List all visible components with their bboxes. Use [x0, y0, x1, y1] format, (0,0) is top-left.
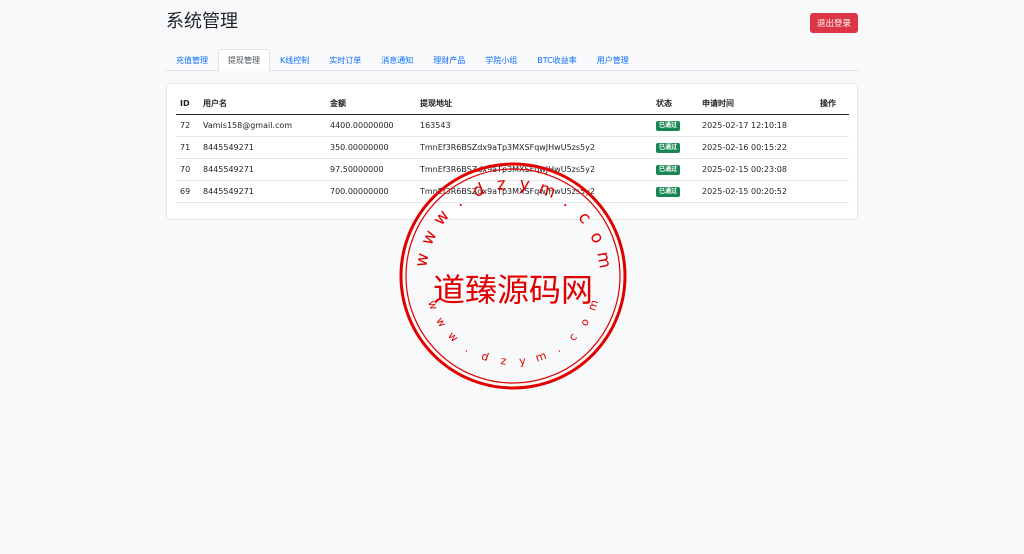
- cell-id: 69: [176, 180, 199, 203]
- cell-username: Vamis158@gmail.com: [199, 114, 326, 137]
- cell-status: 已通过: [652, 114, 698, 137]
- tab-orders[interactable]: 实时订单: [319, 49, 371, 70]
- watermark-ring-letter: w: [425, 299, 440, 312]
- tab-kline[interactable]: K线控制: [270, 49, 319, 70]
- cell-status: 已通过: [652, 180, 698, 203]
- cell-amount: 350.00000000: [326, 136, 416, 159]
- watermark-ring-letter: w: [417, 227, 441, 248]
- page-title: 系统管理: [166, 11, 238, 32]
- cell-username: 8445549271: [199, 136, 326, 159]
- table-header-row: ID 用户名 金额 提现地址 状态 申请时间 操作: [176, 92, 849, 115]
- col-amount: 金额: [326, 92, 416, 115]
- cell-id: 70: [176, 158, 199, 181]
- cell-address: TmnEf3R6BSZdx9aTp3MXSFqwJHwU5zs5y2: [416, 180, 652, 203]
- table-row: 71 8445549271 350.00000000 TmnEf3R6BSZdx…: [176, 136, 849, 159]
- watermark-ring-letter: w: [411, 251, 433, 268]
- col-address: 提现地址: [416, 92, 652, 115]
- watermark-ring-letter: m: [585, 298, 601, 313]
- col-status: 状态: [652, 92, 698, 115]
- cell-time: 2025-02-16 00:15:22: [698, 136, 816, 159]
- col-time: 申请时间: [698, 92, 816, 115]
- watermark-ring-letter: c: [566, 330, 579, 344]
- status-badge: 已通过: [656, 143, 681, 153]
- watermark-ring-letter: .: [463, 342, 473, 355]
- watermark-ring-letter: w: [445, 329, 461, 345]
- watermark-ring-letter: m: [534, 349, 548, 365]
- cell-address: TmnEf3R6BSZdx9aTp3MXSFqwJHwU5zs5y2: [416, 158, 652, 181]
- cell-actions: [816, 158, 849, 181]
- cell-username: 8445549271: [199, 180, 326, 203]
- cell-username: 8445549271: [199, 158, 326, 181]
- watermark-ring-letter: z: [500, 354, 507, 368]
- watermark-ring-letter: y: [518, 354, 526, 368]
- cell-actions: [816, 114, 849, 137]
- cell-status: 已通过: [652, 158, 698, 181]
- cell-amount: 4400.00000000: [326, 114, 416, 137]
- logout-button[interactable]: 退出登录: [810, 13, 858, 33]
- tab-academy[interactable]: 学院小组: [475, 49, 527, 70]
- table-row: 72 Vamis158@gmail.com 4400.00000000 1635…: [176, 114, 849, 137]
- cell-address: TmnEf3R6BSZdx9aTp3MXSFqwJHwU5zs5y2: [416, 136, 652, 159]
- watermark-ring-letter: w: [433, 315, 449, 330]
- page: 系统管理 退出登录 充值管理 提现管理 K线控制 实时订单 消息通知 理财产品 …: [0, 0, 1024, 554]
- col-actions: 操作: [816, 92, 849, 115]
- tab-recharge[interactable]: 充值管理: [166, 49, 218, 70]
- withdraw-table: ID 用户名 金额 提现地址 状态 申请时间 操作 72 Vamis158@gm…: [176, 92, 849, 203]
- cell-address: 163543: [416, 114, 652, 137]
- table-row: 70 8445549271 97.50000000 TmnEf3R6BSZdx9…: [176, 158, 849, 181]
- nav-tabs: 充值管理 提现管理 K线控制 实时订单 消息通知 理财产品 学院小组 BTC收益…: [166, 48, 858, 71]
- table-row: 69 8445549271 700.00000000 TmnEf3R6BSZdx…: [176, 180, 849, 203]
- tab-finance[interactable]: 理财产品: [423, 49, 475, 70]
- cell-actions: [816, 180, 849, 203]
- tab-users[interactable]: 用户管理: [587, 49, 639, 70]
- cell-id: 72: [176, 114, 199, 137]
- watermark-ring-letter: m: [592, 250, 615, 270]
- cell-time: 2025-02-15 00:20:52: [698, 180, 816, 203]
- col-id: ID: [176, 92, 199, 115]
- watermark-center-text: 道臻源码网: [433, 271, 593, 309]
- tab-messages[interactable]: 消息通知: [371, 49, 423, 70]
- cell-time: 2025-02-17 12:10:18: [698, 114, 816, 137]
- status-badge: 已通过: [656, 187, 681, 197]
- watermark-ring-letter: .: [553, 342, 563, 355]
- cell-amount: 97.50000000: [326, 158, 416, 181]
- cell-id: 71: [176, 136, 199, 159]
- watermark-ring-letter: d: [480, 350, 491, 365]
- watermark-ring-letter: o: [578, 316, 593, 329]
- withdraw-card: ID 用户名 金额 提现地址 状态 申请时间 操作 72 Vamis158@gm…: [166, 83, 858, 220]
- tab-withdraw[interactable]: 提现管理: [218, 49, 270, 71]
- cell-time: 2025-02-15 00:23:08: [698, 158, 816, 181]
- cell-actions: [816, 136, 849, 159]
- status-badge: 已通过: [656, 121, 681, 131]
- cell-status: 已通过: [652, 136, 698, 159]
- status-badge: 已通过: [656, 165, 681, 175]
- watermark-ring-letter: o: [585, 229, 608, 247]
- tab-btc-yield[interactable]: BTC收益率: [527, 49, 587, 70]
- col-username: 用户名: [199, 92, 326, 115]
- cell-amount: 700.00000000: [326, 180, 416, 203]
